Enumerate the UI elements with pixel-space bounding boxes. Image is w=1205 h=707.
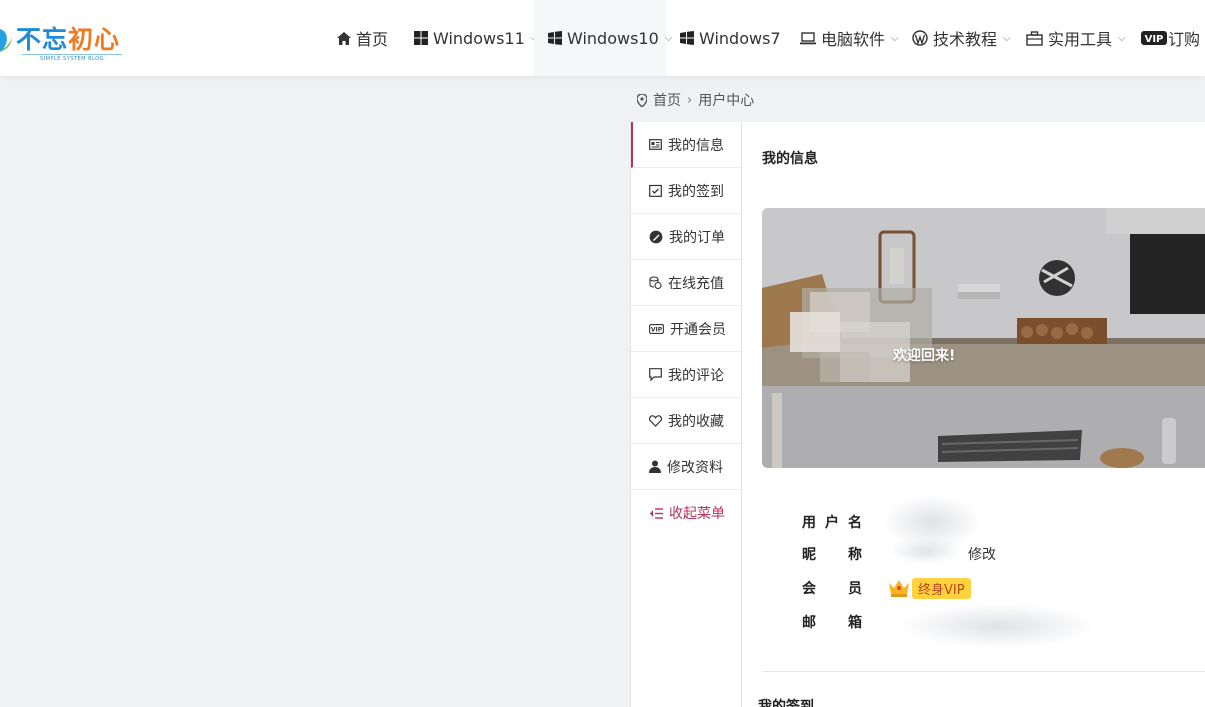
chevron-down-icon: ⌵ bbox=[1118, 32, 1126, 44]
menu-checkin[interactable]: 我的签到 bbox=[631, 168, 741, 214]
redacted-email bbox=[898, 604, 1098, 648]
nav-windows10[interactable]: Windows10 ⌵ bbox=[534, 0, 672, 76]
comment-icon bbox=[649, 368, 662, 381]
heart-icon bbox=[649, 414, 662, 427]
calendar-check-icon bbox=[649, 184, 662, 197]
order-icon bbox=[649, 230, 663, 243]
menu-collapse[interactable]: 收起菜单 bbox=[631, 490, 741, 536]
crown-icon bbox=[889, 580, 909, 597]
info-row-username: 用户名 bbox=[802, 512, 862, 532]
vip-icon: VIP bbox=[649, 323, 664, 334]
menu-comments[interactable]: 我的评论 bbox=[631, 352, 741, 398]
checkin-section-title: 我的签到 bbox=[758, 699, 814, 707]
my-info-panel: 我的信息 欢迎回来! 用 户 名 昵 称 修改 会 员 终身VIP 邮 箱 我的… bbox=[742, 122, 1205, 707]
vip-badge: 终身VIP bbox=[888, 577, 971, 599]
logo-mark-icon bbox=[0, 29, 12, 53]
briefcase-icon bbox=[1026, 30, 1043, 46]
vip-tag: 终身VIP bbox=[912, 577, 971, 599]
nav-tools[interactable]: 实用工具 ⌵ bbox=[1026, 0, 1126, 76]
windows-icon bbox=[680, 31, 694, 45]
nav-subscribe[interactable]: VIP 订购 bbox=[1141, 0, 1200, 76]
nav-software[interactable]: 电脑软件 ⌵ bbox=[800, 0, 899, 76]
breadcrumb-home[interactable]: 首页 bbox=[653, 90, 681, 110]
chevron-down-icon: ⌵ bbox=[1003, 32, 1011, 44]
chevron-down-icon: ⌵ bbox=[891, 32, 899, 44]
logo-tagline: SIMPLE SYSTEM BLOG bbox=[22, 54, 122, 62]
windows-icon bbox=[414, 31, 428, 45]
menu-edit-profile[interactable]: 修改资料 bbox=[631, 444, 741, 490]
windows-icon bbox=[548, 31, 562, 45]
chevron-down-icon: ⌵ bbox=[664, 32, 673, 44]
info-row-email: 邮箱 bbox=[802, 612, 862, 632]
user-icon bbox=[649, 460, 661, 473]
welcome-banner: 欢迎回来! bbox=[762, 208, 1205, 468]
nav-home[interactable]: 首页 bbox=[337, 0, 388, 76]
menu-orders[interactable]: 我的订单 bbox=[631, 214, 741, 260]
logo-text: 不忘初心 bbox=[16, 25, 121, 54]
site-header: 不忘初心 SIMPLE SYSTEM BLOG 首页 Windows11⌵ Wi… bbox=[0, 0, 1205, 76]
breadcrumb: 首页 › 用户中心 bbox=[637, 90, 754, 110]
site-logo[interactable]: 不忘初心 SIMPLE SYSTEM BLOG bbox=[0, 14, 142, 64]
svg-text:VIP: VIP bbox=[1145, 34, 1164, 45]
coins-icon bbox=[649, 276, 662, 289]
redacted-nickname bbox=[890, 538, 962, 564]
home-icon bbox=[337, 31, 351, 45]
nav-windows7[interactable]: Windows7 bbox=[680, 0, 781, 76]
breadcrumb-current: 用户中心 bbox=[698, 93, 755, 109]
welcome-text: 欢迎回来! bbox=[893, 348, 956, 364]
menu-vip[interactable]: VIP 开通会员 bbox=[631, 306, 741, 352]
avatar[interactable] bbox=[790, 292, 910, 382]
menu-recharge[interactable]: 在线充值 bbox=[631, 260, 741, 306]
laptop-icon bbox=[800, 31, 816, 44]
svg-text:VIP: VIP bbox=[651, 326, 663, 333]
membership-label: 会员 bbox=[802, 581, 862, 597]
nav-tutorials[interactable]: 技术教程 ⌵ bbox=[912, 0, 1011, 76]
info-row-membership: 会员 终身VIP bbox=[802, 577, 971, 599]
menu-my-info[interactable]: 我的信息 bbox=[631, 122, 741, 168]
nickname-label: 昵称 bbox=[802, 547, 862, 563]
email-label: 邮箱 bbox=[802, 615, 862, 631]
section-divider bbox=[762, 671, 1205, 672]
collapse-icon bbox=[650, 507, 663, 519]
menu-favorites[interactable]: 我的收藏 bbox=[631, 398, 741, 444]
vip-icon: VIP bbox=[1141, 31, 1167, 45]
user-center-menu: 我的信息 我的签到 我的订单 在线充值 VIP 开通会员 我的评论 我的收藏 修… bbox=[630, 122, 742, 707]
wordpress-icon bbox=[912, 30, 928, 46]
username-label: 用户名 bbox=[802, 515, 862, 531]
section-title: 我的信息 bbox=[762, 151, 818, 167]
chevron-right-icon: › bbox=[687, 92, 693, 108]
id-card-icon bbox=[649, 139, 662, 150]
nav-windows11[interactable]: Windows11⌵ bbox=[414, 0, 538, 76]
location-pin-icon bbox=[637, 93, 647, 107]
